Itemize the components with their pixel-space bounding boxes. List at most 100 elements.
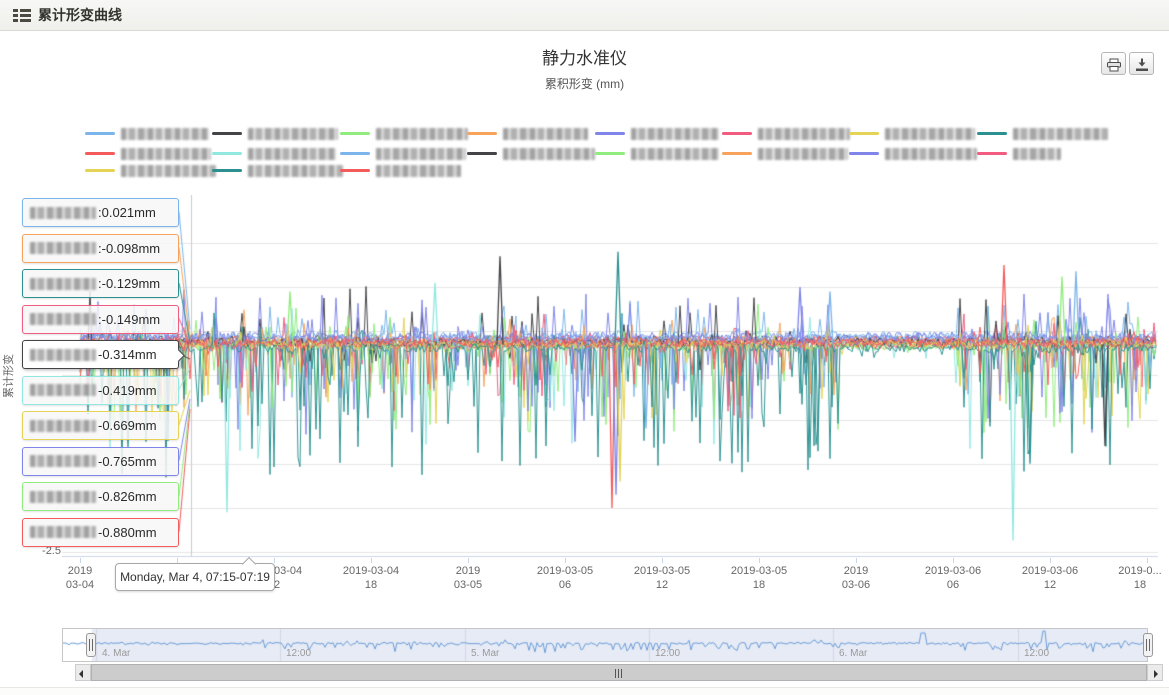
x-axis-label: 201903-06: [811, 564, 901, 592]
tooltip-value: -0.826mm: [98, 489, 157, 504]
legend-line-swatch: [849, 132, 879, 135]
x-axis-label: 2019-03-0518: [714, 564, 804, 592]
x-axis-label: 2019-03-0512: [617, 564, 707, 592]
legend-line-swatch: [212, 132, 242, 135]
legend-label-redacted: [503, 148, 595, 160]
tooltip-label-redacted: [30, 349, 96, 361]
tooltip-label-redacted: [30, 526, 96, 538]
x-axis-tick: [856, 558, 857, 563]
legend-line-swatch: [340, 132, 370, 135]
legend-line-swatch: [722, 132, 752, 135]
x-axis-tick: [1147, 558, 1148, 563]
x-axis-label: 2019-0...18: [1095, 564, 1169, 592]
legend-line-swatch: [467, 152, 497, 155]
navigator-left-handle[interactable]: [86, 633, 96, 657]
tooltip-label-redacted: [30, 420, 96, 432]
x-axis-tick: [371, 558, 372, 563]
chart-subtitle: 累积形变 (mm): [0, 75, 1169, 92]
download-icon: [1134, 58, 1150, 72]
legend-label-redacted: [885, 128, 975, 140]
tooltip-value: -0.314mm: [98, 347, 157, 362]
legend-label-redacted: [758, 148, 848, 160]
legend-line-swatch: [85, 152, 115, 155]
tooltip-label-redacted: [30, 491, 96, 503]
legend-label-redacted: [121, 128, 209, 140]
tooltip-value: :-0.149mm: [98, 312, 160, 327]
legend-line-swatch: [212, 169, 242, 172]
navigator[interactable]: 4. Mar 12:00 5. Mar 12:00 6. Mar 12:00: [62, 628, 1148, 662]
legend-label-redacted: [376, 148, 466, 160]
legend-label-redacted: [631, 148, 719, 160]
tooltip-label-redacted: [30, 242, 96, 254]
tooltip-header: Monday, Mar 4, 07:15-07:19: [115, 563, 275, 591]
print-icon: [1106, 58, 1122, 72]
plot-area[interactable]: [62, 195, 1158, 558]
scrollbar-thumb[interactable]: [91, 664, 1147, 681]
legend-label-redacted: [121, 148, 211, 160]
x-axis-tick: [468, 558, 469, 563]
navigator-label: 5. Mar: [471, 648, 499, 659]
bottom-strip: [0, 687, 1169, 695]
legend-label-redacted: [631, 128, 719, 140]
legend-label-redacted: [248, 148, 336, 160]
tooltip-value: -0.880mm: [98, 525, 157, 540]
scrollbar-grip-icon: [614, 669, 624, 678]
legend-line-swatch: [467, 132, 497, 135]
chart-title: 静力水准仪: [0, 44, 1169, 69]
legend-line-swatch: [340, 169, 370, 172]
legend-label-redacted: [376, 165, 461, 177]
scrollbar-right-arrow[interactable]: [1147, 664, 1163, 681]
tooltip-value: :-0.129mm: [98, 276, 160, 291]
tooltip-row: :0.021mm: [22, 198, 179, 227]
scrollbar[interactable]: [75, 664, 1163, 681]
tooltip-header-text: Monday, Mar 4, 07:15-07:19: [120, 570, 270, 584]
legend-label-redacted: [121, 165, 216, 177]
x-axis-tick: [80, 558, 81, 563]
legend-label-redacted: [376, 128, 468, 140]
download-button[interactable]: [1129, 52, 1154, 75]
x-axis-label: 2019-03-0506: [520, 564, 610, 592]
tooltip-row: -0.765mm: [22, 447, 179, 476]
y-axis-label: -2.5: [20, 545, 61, 557]
legend-label-redacted: [1013, 148, 1061, 160]
tooltip-label-redacted: [30, 278, 96, 290]
legend-label-redacted: [248, 128, 338, 140]
legend-line-swatch: [977, 152, 1007, 155]
x-axis-tick: [565, 558, 566, 563]
legend-line-swatch: [340, 152, 370, 155]
tooltip-value: :-0.098mm: [98, 241, 160, 256]
legend-line-swatch: [977, 132, 1007, 135]
navigator-label: 12:00: [1024, 648, 1049, 659]
print-button[interactable]: [1101, 52, 1126, 75]
legend-line-swatch: [722, 152, 752, 155]
navigator-label: 6. Mar: [839, 648, 867, 659]
tooltip-row: :-0.149mm: [22, 305, 179, 334]
tooltip-row: -0.419mm: [22, 376, 179, 405]
tooltip-label-redacted: [30, 207, 96, 219]
legend-label-redacted: [503, 128, 588, 140]
x-axis-tick: [1050, 558, 1051, 563]
navigator-label: 12:00: [655, 648, 680, 659]
x-axis-label: 2019-03-0606: [908, 564, 998, 592]
x-axis-tick: [759, 558, 760, 563]
navigator-label: 4. Mar: [102, 648, 130, 659]
page-title: 累计形变曲线: [38, 0, 122, 30]
legend-line-swatch: [212, 152, 242, 155]
navigator-label: 12:00: [286, 648, 311, 659]
x-axis-tick: [662, 558, 663, 563]
tooltip-label-redacted: [30, 455, 96, 467]
x-axis-label: 201903-04: [35, 564, 125, 592]
y-axis-title: 累计形变: [0, 341, 16, 411]
legend-line-swatch: [595, 152, 625, 155]
tooltip-value: -0.669mm: [98, 418, 157, 433]
x-axis-label: 2019-03-0418: [326, 564, 416, 592]
navigator-plot[interactable]: [63, 629, 1147, 661]
list-icon: [13, 9, 31, 22]
scrollbar-left-arrow[interactable]: [75, 664, 91, 681]
tooltip-row: -0.880mm: [22, 518, 179, 547]
tooltip-row: -0.314mm: [22, 340, 179, 369]
x-axis-label: 2019-03-0612: [1005, 564, 1095, 592]
legend-line-swatch: [595, 132, 625, 135]
navigator-right-handle[interactable]: [1143, 633, 1153, 657]
legend-line-swatch: [85, 169, 115, 172]
